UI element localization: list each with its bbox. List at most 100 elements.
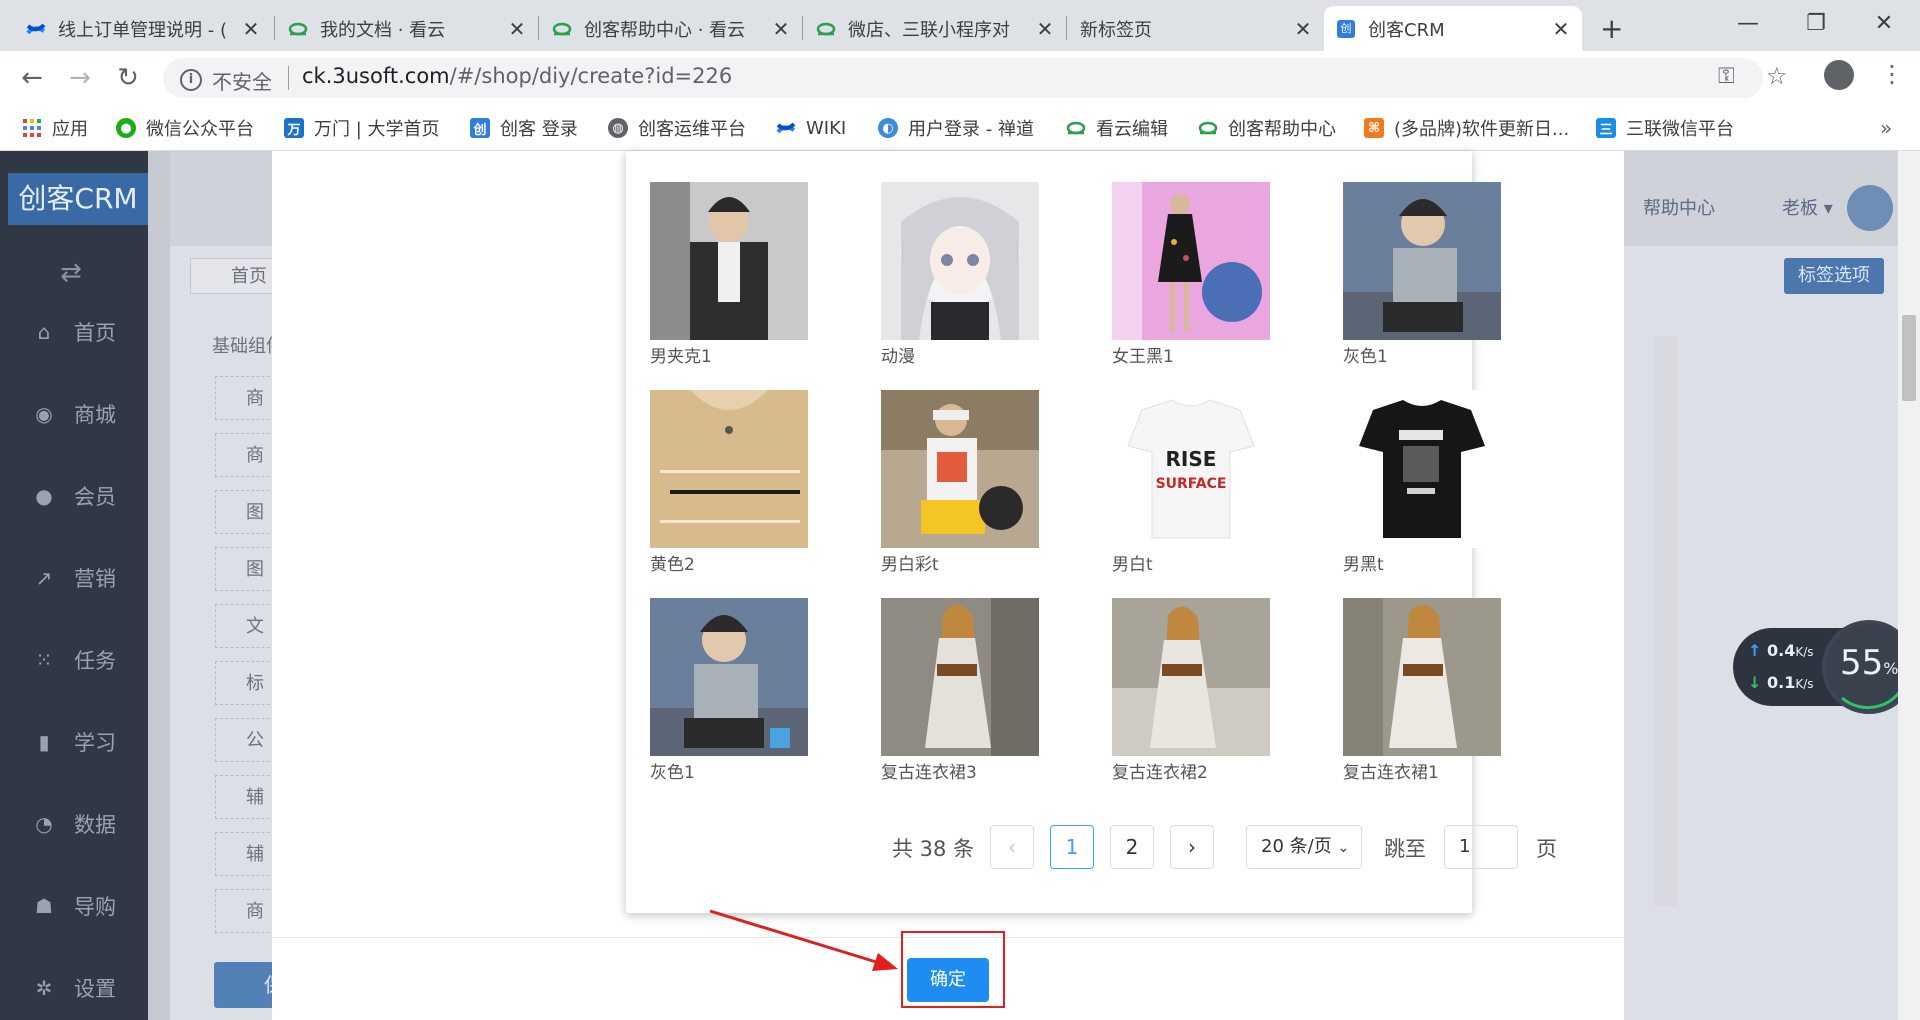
bookmark-item[interactable]: 万万门 | 大学首页	[284, 113, 440, 143]
page-size-value: 20 条/页	[1261, 836, 1332, 857]
nav-item-shop[interactable]: ◉ 商城	[32, 394, 116, 434]
url-text[interactable]: ck.3usoft.com/#/shop/diy/create?id=226	[302, 64, 732, 88]
component-item[interactable]: 文	[215, 604, 275, 648]
nav-item-guide[interactable]: ☗ 导购	[32, 886, 116, 926]
component-item[interactable]: 标	[215, 661, 275, 705]
bookmark-label: 三联微信平台	[1626, 119, 1734, 140]
page-scrollbar[interactable]	[1898, 151, 1920, 1020]
image-thumbnail[interactable]	[650, 598, 808, 756]
nav-item-member[interactable]: ● 会员	[32, 476, 116, 516]
user-menu[interactable]: 老板 ▾	[1782, 194, 1833, 220]
nav-item-learn[interactable]: ▮ 学习	[32, 722, 116, 762]
restore-button[interactable]: ❐	[1788, 6, 1844, 42]
reload-button[interactable]: ↻	[112, 63, 144, 93]
jump-page-input[interactable]: 1	[1444, 825, 1518, 869]
save-button[interactable]: 保	[214, 962, 284, 1008]
component-item[interactable]: 辅助	[215, 775, 275, 819]
image-thumbnail[interactable]	[650, 390, 808, 548]
component-item[interactable]: 商品	[215, 433, 275, 477]
component-item[interactable]: 图文	[215, 547, 275, 591]
back-button[interactable]: ←	[16, 63, 48, 93]
nav-item-home[interactable]: ⌂ 首页	[32, 312, 116, 352]
minimize-button[interactable]: —	[1720, 6, 1776, 42]
content-scrollbar[interactable]	[1655, 336, 1677, 906]
image-name: 灰色1	[1343, 347, 1388, 367]
close-icon[interactable]: ✕	[240, 17, 262, 41]
image-thumbnail[interactable]	[881, 598, 1039, 756]
tab-home[interactable]: 首页	[190, 258, 280, 294]
star-icon[interactable]: ☆	[1766, 62, 1788, 90]
image-name: 灰色1	[650, 763, 695, 783]
sidebar-scrollbar[interactable]	[148, 151, 170, 1020]
tag-options-button[interactable]: 标签选项	[1784, 258, 1884, 294]
browser-tab[interactable]: 微店、三联小程序对 ✕	[804, 6, 1066, 51]
page-size-select[interactable]: 20 条/页 ⌄	[1246, 825, 1362, 869]
browser-tab[interactable]: 线上订单管理说明 - ( ✕	[14, 6, 272, 51]
browser-tab[interactable]: 创客帮助中心 · 看云 ✕	[540, 6, 802, 51]
component-item[interactable]: 图片	[215, 490, 275, 534]
image-thumbnail[interactable]	[881, 390, 1039, 548]
info-icon[interactable]: i	[180, 69, 202, 91]
bookmark-item[interactable]: 看云编辑	[1066, 113, 1168, 143]
forward-button[interactable]: →	[64, 63, 96, 93]
image-thumbnail[interactable]	[1343, 598, 1501, 756]
bookmark-item[interactable]: ◍ 创客运维平台	[608, 113, 746, 143]
browser-tab[interactable]: 新标签页 ✕	[1068, 6, 1324, 51]
bookmark-label: 用户登录 - 禅道	[908, 119, 1034, 140]
menu-icon[interactable]: ⋮	[1880, 60, 1904, 88]
bookmark-label: 看云编辑	[1096, 119, 1168, 140]
image-name: 男夹克1	[650, 347, 712, 367]
image-thumbnail[interactable]	[1343, 182, 1501, 340]
bookmark-item[interactable]: ● 微信公众平台	[116, 113, 254, 143]
nav-item-marketing[interactable]: ↗ 营销	[32, 558, 116, 598]
confirm-button[interactable]: 确定	[907, 958, 989, 1002]
close-icon[interactable]: ✕	[770, 17, 792, 41]
sanlian-icon: 三	[1596, 118, 1616, 138]
nav-item-task[interactable]: ⁙ 任务	[32, 640, 116, 680]
image-thumbnail[interactable]	[1112, 182, 1270, 340]
bookmark-item[interactable]: WIKI	[776, 113, 846, 143]
close-icon[interactable]: ✕	[1550, 17, 1572, 41]
component-item[interactable]: 商	[215, 376, 275, 420]
page-button-2[interactable]: 2	[1110, 825, 1154, 869]
page-scrollbar-thumb[interactable]	[1902, 315, 1916, 401]
chevron-right-icon[interactable]: »	[1880, 116, 1892, 140]
bookmark-item[interactable]: ⌘ (多品牌)软件更新日...	[1364, 113, 1569, 143]
bookmark-item[interactable]: 创客帮助中心	[1198, 113, 1336, 143]
image-thumbnail[interactable]	[1343, 390, 1501, 548]
bookmark-item[interactable]: 创创客 登录	[470, 113, 578, 143]
bookmark-item[interactable]: 三三联微信平台	[1596, 113, 1734, 143]
browser-tab[interactable]: 我的文档 · 看云 ✕	[276, 6, 538, 51]
close-icon[interactable]: ✕	[1292, 17, 1314, 41]
bookmark-label: 创客 登录	[500, 119, 578, 140]
bookmark-item[interactable]: 应用	[22, 113, 88, 143]
key-icon[interactable]: ⚿	[1718, 64, 1735, 89]
next-page-button[interactable]: ›	[1170, 825, 1214, 869]
browser-tab-active[interactable]: 创 创客CRM ✕	[1324, 6, 1582, 51]
window-close-button[interactable]: ✕	[1856, 6, 1912, 42]
close-icon[interactable]: ✕	[1034, 17, 1056, 41]
tab-title: 新标签页	[1080, 19, 1152, 41]
nav-item-settings[interactable]: ✲ 设置	[32, 968, 116, 1008]
component-item[interactable]: 辅	[215, 832, 275, 876]
wechat-icon: ●	[116, 118, 136, 138]
component-item[interactable]: 公	[215, 718, 275, 762]
profile-icon[interactable]	[1824, 60, 1854, 90]
nav-item-data[interactable]: ◔ 数据	[32, 804, 116, 844]
bookmark-item[interactable]: ◐ 用户登录 - 禅道	[878, 113, 1034, 143]
prev-page-button[interactable]: ‹	[990, 825, 1034, 869]
help-center-link[interactable]: 帮助中心	[1643, 194, 1715, 220]
swap-icon[interactable]: ⇄	[60, 258, 82, 288]
image-thumbnail[interactable]	[881, 182, 1039, 340]
image-name: 动漫	[881, 347, 915, 367]
new-tab-button[interactable]: +	[1600, 12, 1623, 45]
app-logo: 创客CRM	[8, 173, 148, 225]
close-icon[interactable]: ✕	[506, 17, 528, 41]
component-item[interactable]: 商品	[215, 889, 275, 933]
image-thumbnail[interactable]	[1112, 598, 1270, 756]
image-thumbnail[interactable]	[650, 182, 808, 340]
avatar[interactable]	[1847, 185, 1893, 231]
page-button-1[interactable]: 1	[1050, 825, 1094, 869]
arrow-up-icon: ↑	[1748, 641, 1762, 660]
image-thumbnail[interactable]: RISE SURFACE	[1112, 390, 1270, 548]
